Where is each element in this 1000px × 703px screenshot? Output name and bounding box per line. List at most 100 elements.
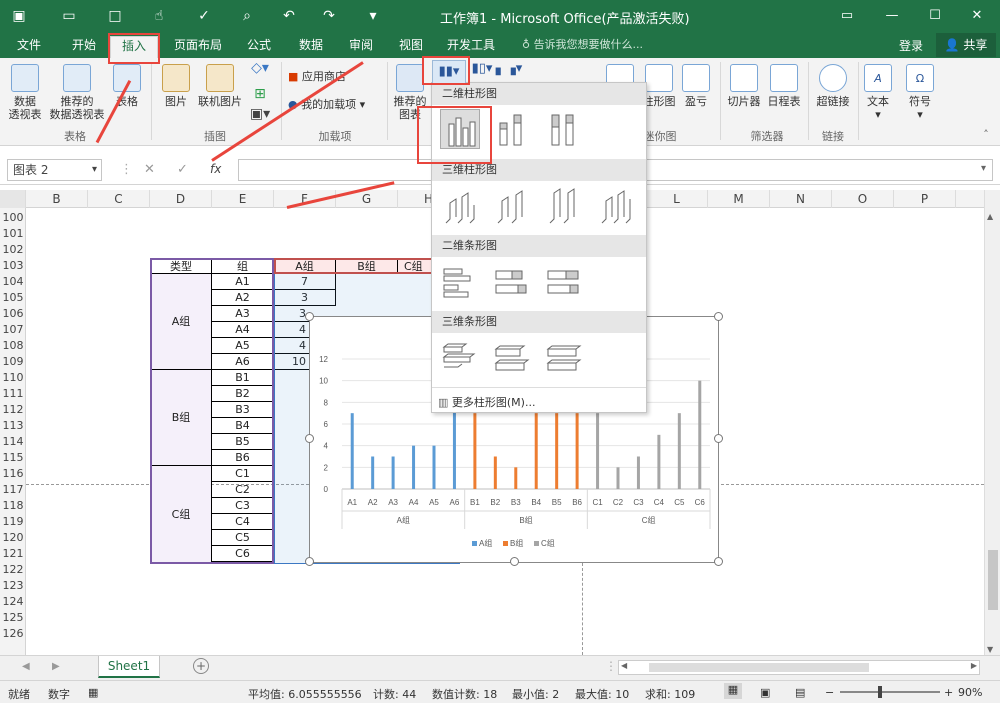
group-cell[interactable]: B3 [212, 402, 274, 418]
row-header[interactable]: 102 [0, 242, 26, 258]
touch-mode-icon[interactable]: ☝ [148, 6, 170, 26]
customize-toolbar-icon[interactable]: ▾ [362, 6, 384, 26]
group-cell[interactable]: B5 [212, 434, 274, 450]
row-header[interactable]: 104 [0, 274, 26, 290]
percent-stacked-bar-icon[interactable] [544, 263, 584, 303]
row-header[interactable]: 109 [0, 354, 26, 370]
shapes-icon[interactable]: ◇▾ [248, 61, 272, 75]
group-cell[interactable]: A1 [212, 274, 274, 290]
hierarchy-chart-icon[interactable]: ▮▯▾ [468, 62, 496, 75]
sheet-tab[interactable]: Sheet1 [98, 656, 160, 678]
table-header[interactable]: B组 [336, 258, 398, 274]
tab-view[interactable]: 视图 [390, 36, 432, 58]
column-header[interactable]: B [26, 190, 88, 208]
row-header[interactable]: 117 [0, 482, 26, 498]
zoom-slider[interactable] [840, 686, 940, 698]
row-header[interactable]: 118 [0, 498, 26, 514]
group-cell[interactable]: B6 [212, 450, 274, 466]
column-header[interactable]: M [708, 190, 770, 208]
share-button[interactable]: 👤 共享 [936, 33, 996, 57]
row-header[interactable]: 101 [0, 226, 26, 242]
collapse-ribbon-icon[interactable]: ˄ [976, 128, 996, 141]
column-header[interactable]: E [212, 190, 274, 208]
column-header[interactable]: C [88, 190, 150, 208]
redo-icon[interactable]: ↷ [318, 6, 340, 26]
page-layout-icon[interactable]: ▣ [760, 686, 770, 699]
online-picture-button[interactable]: 联机图片 [196, 64, 244, 108]
tab-file[interactable]: 文件 [8, 36, 50, 58]
prev-sheet-icon[interactable]: ◀ [22, 661, 30, 672]
next-sheet-icon[interactable]: ▶ [52, 661, 60, 672]
picture-button[interactable]: 图片 [158, 64, 194, 108]
table-header[interactable]: C组 [398, 258, 432, 274]
timeline-button[interactable]: 日程表 [764, 64, 804, 108]
column-header[interactable]: O [832, 190, 894, 208]
close-button[interactable]: ✕ [960, 4, 994, 28]
group-cell[interactable]: C4 [212, 514, 274, 530]
save-icon[interactable]: ▣ [8, 6, 30, 26]
symbol-button[interactable]: Ω 符号 ▾ [904, 64, 936, 121]
page-break-view-icon[interactable]: ▤ [795, 686, 805, 699]
tab-page-layout[interactable]: 页面布局 [168, 36, 228, 58]
row-header[interactable]: 113 [0, 418, 26, 434]
3d-clustered-bar-icon[interactable] [440, 339, 480, 379]
resize-handle[interactable] [305, 312, 314, 321]
row-header[interactable]: 122 [0, 562, 26, 578]
row-header[interactable]: 121 [0, 546, 26, 562]
group-cell[interactable]: B2 [212, 386, 274, 402]
screenshot-icon[interactable]: ▣▾ [248, 107, 272, 121]
group-cell[interactable]: C5 [212, 530, 274, 546]
group-cell[interactable]: A6 [212, 354, 274, 370]
new-icon[interactable]: □ [104, 6, 126, 26]
resize-handle[interactable] [305, 434, 314, 443]
tab-data[interactable]: 数据 [290, 36, 332, 58]
hscroll-thumb[interactable] [649, 663, 869, 672]
insert-function-icon[interactable]: fx [210, 162, 221, 176]
column-header[interactable]: P [894, 190, 956, 208]
3d-percent-bar-icon[interactable] [544, 339, 584, 379]
spellcheck-icon[interactable]: ✓ [193, 6, 215, 26]
group-cell[interactable]: C6 [212, 546, 274, 562]
smartart-icon[interactable]: ⊞ [248, 87, 272, 101]
row-header[interactable]: 116 [0, 466, 26, 482]
maximize-button[interactable]: ☐ [918, 4, 952, 28]
vertical-scrollbar[interactable]: ▲ ▼ [984, 190, 1000, 655]
more-column-charts-link[interactable]: ▥ 更多柱形图(M)... [438, 394, 535, 410]
sparkline-winloss-button[interactable]: 盈亏 [678, 64, 714, 108]
recommended-pivot-button[interactable]: 推荐的 数据透视表 [46, 64, 108, 121]
resize-handle[interactable] [714, 434, 723, 443]
table-header[interactable]: A组 [274, 258, 336, 274]
scroll-left-icon[interactable]: ◀ [621, 661, 627, 670]
row-header[interactable]: 125 [0, 610, 26, 626]
hyperlink-button[interactable]: 超链接 [812, 64, 854, 108]
row-header[interactable]: 100 [0, 210, 26, 226]
resize-handle[interactable] [305, 557, 314, 566]
tab-developer[interactable]: 开发工具 [440, 36, 502, 58]
type-cell[interactable]: B组 [150, 370, 212, 466]
row-header[interactable]: 112 [0, 402, 26, 418]
3d-percent-column-icon[interactable] [544, 187, 584, 227]
tab-review[interactable]: 审阅 [340, 36, 382, 58]
select-all-corner[interactable] [0, 190, 26, 208]
group-cell[interactable]: C2 [212, 482, 274, 498]
waterfall-chart-icon[interactable]: ▖▗▾ [495, 62, 523, 75]
app-store-button[interactable]: ■ 应用商店 [288, 70, 368, 83]
scroll-right-icon[interactable]: ▶ [971, 661, 977, 670]
group-cell[interactable]: A4 [212, 322, 274, 338]
ribbon-display-icon[interactable]: ▭ [830, 4, 864, 28]
zoom-in-icon[interactable]: + [944, 686, 953, 699]
zoom-out-icon[interactable]: − [825, 686, 834, 699]
row-header[interactable]: 107 [0, 322, 26, 338]
resize-handle[interactable] [714, 312, 723, 321]
horizontal-scrollbar[interactable]: ◀ ▶ [618, 660, 980, 675]
zoom-thumb[interactable] [878, 686, 882, 698]
tab-home[interactable]: 开始 [62, 36, 106, 58]
3d-stacked-bar-icon[interactable] [492, 339, 532, 379]
scroll-thumb[interactable] [988, 550, 998, 610]
row-header[interactable]: 119 [0, 514, 26, 530]
slicer-button[interactable]: 切片器 [724, 64, 764, 108]
row-header[interactable]: 126 [0, 626, 26, 642]
text-button[interactable]: A 文本 ▾ [862, 64, 894, 121]
row-header[interactable]: 108 [0, 338, 26, 354]
print-preview-icon[interactable]: ⌕ [236, 6, 258, 26]
